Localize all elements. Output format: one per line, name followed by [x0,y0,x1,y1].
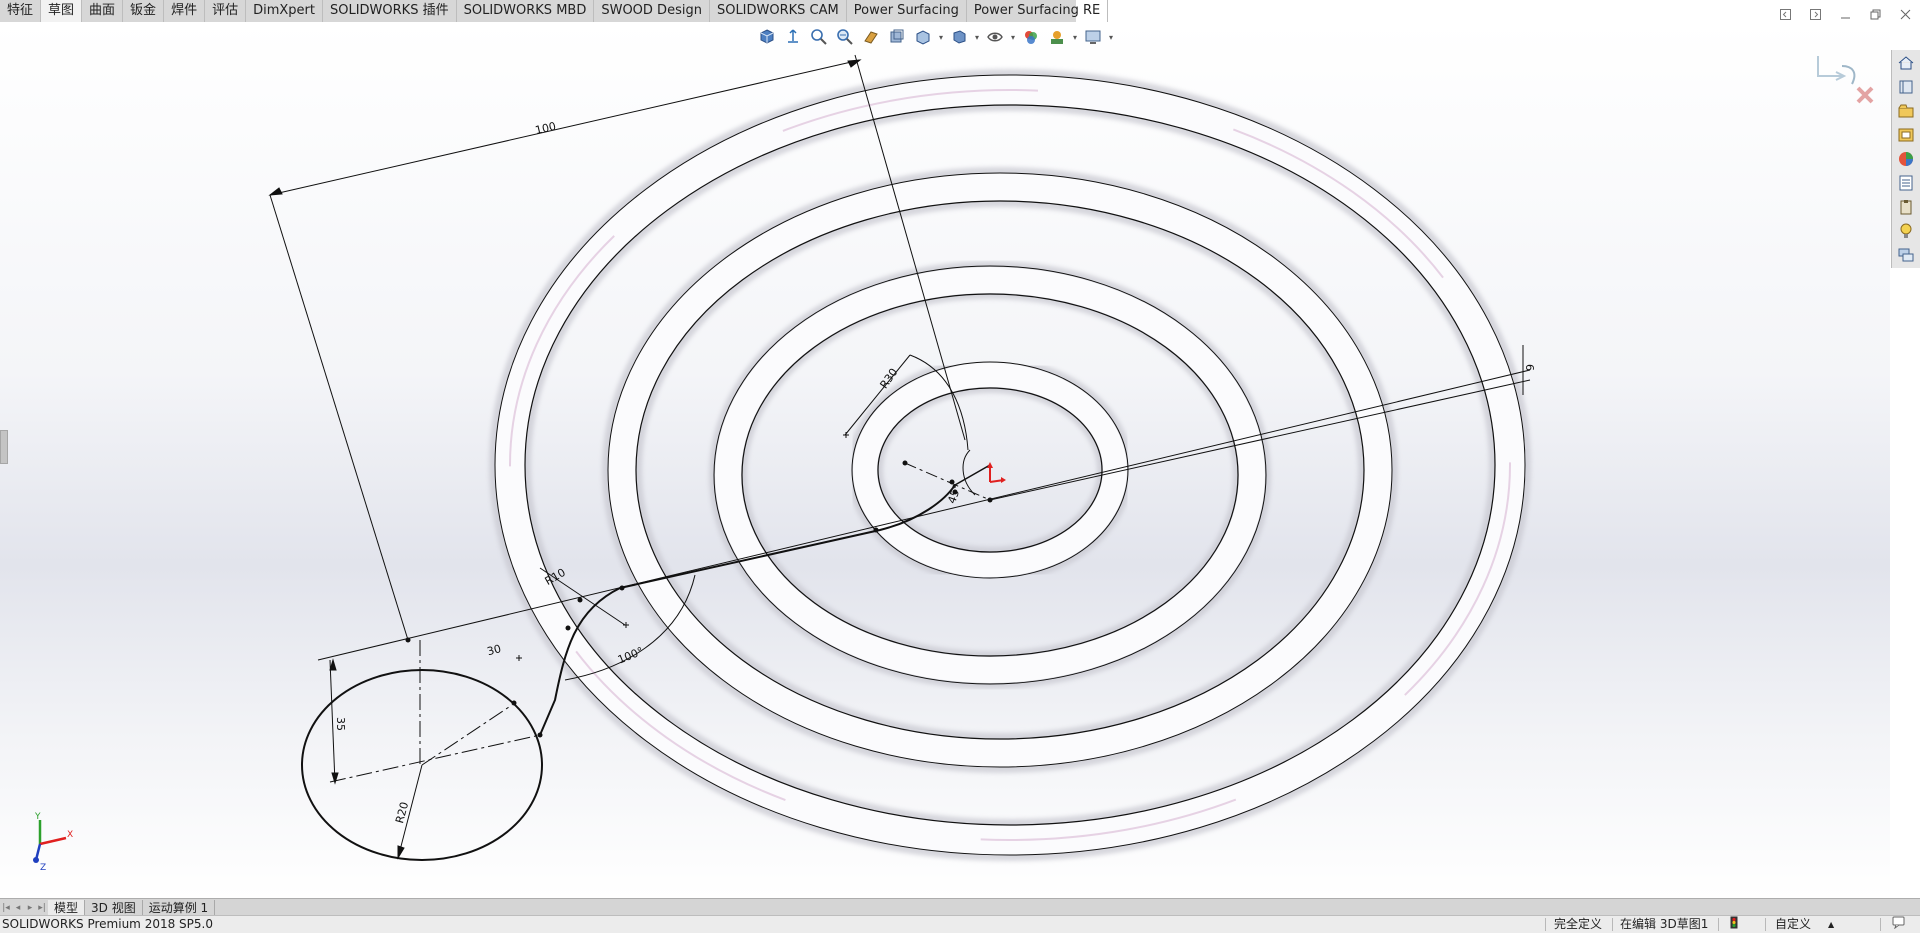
tab-solidworks-cam[interactable]: SOLIDWORKS CAM [710,0,847,22]
view-orientation-icon[interactable] [911,26,935,48]
dim-100-deg[interactable]: 100° [616,645,645,667]
graphics-area[interactable]: 100 6 R30 45° R10 100° 30 35 R20 [0,22,1890,898]
clipboard-icon[interactable] [1895,196,1917,218]
dim-35[interactable]: 35 [334,717,347,731]
triad-z-label: Z [40,863,46,870]
design-library-icon[interactable] [1895,100,1917,122]
tab-solidworks-mbd[interactable]: SOLIDWORKS MBD [457,0,595,22]
units-selector[interactable]: 自定义 [1775,916,1811,933]
dim-100-top[interactable]: 100 [534,120,557,137]
view-settings-icon[interactable] [1081,26,1105,48]
previous-tab-arrow-icon[interactable]: ◂ [12,900,24,915]
hide-show-dropdown-icon[interactable]: ▾ [1009,26,1017,48]
tab-motion-study-1[interactable]: 运动算例 1 [143,899,216,916]
tab-model[interactable]: 模型 [48,899,86,916]
apply-scene-icon[interactable] [1045,26,1069,48]
product-version: SOLIDWORKS Premium 2018 SP5.0 [2,917,213,931]
dim-45-deg[interactable]: 45° [945,483,964,506]
last-tab-arrow-icon[interactable]: ▸| [36,900,48,915]
exit-sketch-icon[interactable] [1817,56,1856,85]
heads-up-view-toolbar: ▾ ▾ ▾ ▾ ▾ [755,26,1115,48]
model-view[interactable]: 100 6 R30 45° R10 100° 30 35 R20 [0,22,1890,898]
resources-icon[interactable] [1895,76,1917,98]
apply-scene-dropdown-icon[interactable]: ▾ [1071,26,1079,48]
home-icon[interactable] [1895,52,1917,74]
edit-appearance-icon[interactable] [1019,26,1043,48]
editing-status: 在编辑 3D草图1 [1620,917,1709,931]
feature-manager-collapse-handle[interactable] [0,430,8,464]
forum-icon[interactable] [1895,244,1917,266]
reference-triad: Y X Z [33,812,73,870]
next-tab-arrow-icon[interactable]: ▸ [24,900,36,915]
view-settings-dropdown-icon[interactable]: ▾ [1107,26,1115,48]
bottom-tabs-bar: |◂ ◂ ▸ ▸| 模型 3D 视图 运动算例 1 [0,898,1920,916]
display-style-dropdown-icon[interactable]: ▾ [973,26,981,48]
spiral-tube-body[interactable] [489,69,1531,861]
tab-power-surfacing-re[interactable]: Power Surfacing RE [967,0,1109,22]
tips-icon[interactable] [1895,220,1917,242]
fit-icon[interactable] [781,26,805,48]
chat-icon[interactable] [1892,916,1908,934]
task-pane [1891,50,1920,268]
tab-surfaces[interactable]: 曲面 [82,0,124,22]
rebuild-status-icon[interactable] [1730,916,1738,934]
tab-sketch[interactable]: 草图 [41,0,83,22]
hide-show-icon[interactable] [983,26,1007,48]
first-tab-arrow-icon[interactable]: |◂ [0,900,12,915]
appearances-icon[interactable] [1895,148,1917,170]
file-explorer-icon[interactable] [1895,124,1917,146]
sketch-definition-status: 完全定义 [1554,917,1603,931]
confirmation-corner [1817,56,1874,104]
status-bar: SOLIDWORKS Premium 2018 SP5.0 完全定义 在编辑 3… [0,915,1920,933]
command-manager-tabs: 特征 草图 曲面 钣金 焊件 评估 DimXpert SOLIDWORKS 插件… [0,0,1109,23]
tab-weldments[interactable]: 焊件 [164,0,206,22]
close-icon[interactable] [1890,0,1920,28]
tab-dimxpert[interactable]: DimXpert [246,0,323,22]
dynamic-annotation-icon[interactable] [885,26,909,48]
custom-properties-icon[interactable] [1895,172,1917,194]
view-orientation-dropdown-icon[interactable]: ▾ [937,26,945,48]
zoom-previous-icon[interactable] [833,26,857,48]
origin-icon [987,462,1006,483]
tab-sheet-metal[interactable]: 钣金 [123,0,165,22]
tab-swood-design[interactable]: SWOOD Design [594,0,710,22]
triad-x-label: X [67,830,73,840]
tab-features[interactable]: 特征 [0,0,42,22]
tab-3d-views[interactable]: 3D 视图 [85,899,143,916]
tab-solidworks-addins[interactable]: SOLIDWORKS 插件 [323,0,457,22]
dim-6[interactable]: 6 [1523,364,1536,371]
dim-30[interactable]: 30 [486,642,503,658]
cancel-icon[interactable] [1856,86,1874,104]
units-dropdown-icon[interactable]: ▲ [1828,916,1834,933]
section-view-icon[interactable] [859,26,883,48]
zoom-area-icon[interactable] [807,26,831,48]
display-style-icon[interactable] [947,26,971,48]
tab-power-surfacing[interactable]: Power Surfacing [847,0,967,22]
tab-evaluate[interactable]: 评估 [205,0,247,22]
triad-y-label: Y [34,812,41,822]
dim-r20[interactable]: R20 [393,801,411,825]
view-cube-icon[interactable] [755,26,779,48]
